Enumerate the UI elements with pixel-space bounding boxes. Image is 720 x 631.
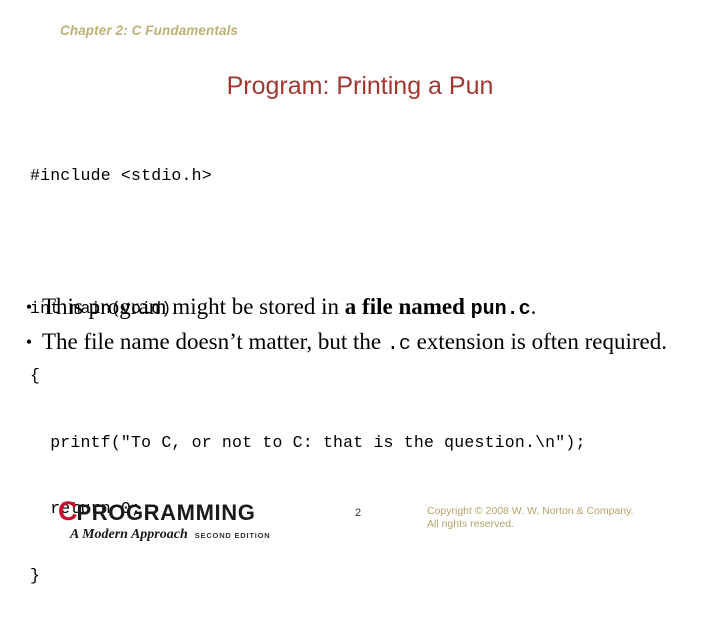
list-item: • The file name doesn’t matter, but the …	[16, 327, 708, 360]
copyright-notice: Copyright © 2008 W. W. Norton & Company.…	[427, 505, 692, 531]
list-item: • This program might be stored in a file…	[16, 292, 708, 325]
logo-edition: SECOND EDITION	[194, 531, 271, 540]
bullet-list: • This program might be stored in a file…	[16, 292, 708, 362]
logo-tagline: A Modern Approach	[70, 527, 188, 542]
brand-logo: C PROGRAMMING A Modern Approach SECOND E…	[58, 498, 288, 543]
text-segment: extension is often required.	[410, 329, 667, 354]
slide-canvas: Chapter 2: C Fundamentals Program: Print…	[0, 0, 720, 585]
bullet-marker-icon: •	[25, 332, 33, 352]
text-segment: This program might be stored in	[42, 294, 345, 319]
list-item-text: This program might be stored in a file n…	[42, 292, 708, 325]
code-line: {	[30, 366, 41, 386]
logo-subtitle-row: A Modern Approach SECOND EDITION	[58, 527, 288, 543]
copyright-line-2: All rights reserved.	[427, 518, 514, 530]
logo-c-letter: C	[58, 496, 77, 526]
logo-programming-word: PROGRAMMING	[76, 500, 256, 525]
copyright-line-1: Copyright © 2008 W. W. Norton & Company.	[427, 505, 634, 517]
text-segment-code: pun.c	[470, 298, 531, 321]
code-block: #include <stdio.h> int main(void) { prin…	[30, 121, 586, 631]
text-segment: The file name doesn’t matter, but the	[42, 329, 387, 354]
chapter-header: Chapter 2: C Fundamentals	[60, 23, 239, 38]
text-segment-bold: a file named	[344, 294, 471, 319]
code-line: printf("To C, or not to C: that is the q…	[30, 432, 586, 452]
logo-wordmark: C PROGRAMMING	[58, 498, 288, 525]
text-segment-code: .c	[386, 333, 411, 356]
text-segment: .	[530, 294, 537, 319]
page-title: Program: Printing a Pun	[226, 72, 494, 100]
code-line: #include <stdio.h>	[30, 166, 212, 186]
code-line: }	[30, 565, 41, 585]
page-number: 2	[354, 507, 362, 519]
list-item-text: The file name doesn’t matter, but the .c…	[42, 327, 708, 360]
bullet-marker-icon: •	[25, 297, 33, 317]
